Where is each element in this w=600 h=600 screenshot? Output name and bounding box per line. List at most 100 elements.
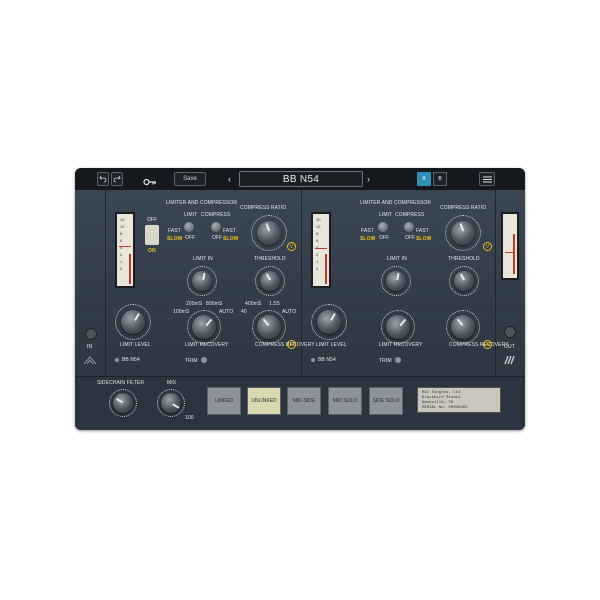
threshold-knob[interactable] (454, 271, 474, 291)
preset-prev-button[interactable]: ‹ (228, 173, 236, 185)
hamburger-menu-icon (482, 176, 492, 182)
compress-recovery-label: COMPRESS RECOVERY (449, 342, 509, 348)
sidechain-filter-label: SIDECHAIN FILTER (97, 380, 145, 386)
model-label: BB N54 (318, 357, 336, 363)
compress-recovery-mark: 400mS (245, 301, 262, 307)
output-meter (501, 212, 519, 280)
compressor-plugin-window: Save ‹ BB N54 › A B IN OUT LIMITER AND C… (75, 168, 525, 430)
menu-button[interactable] (479, 172, 495, 186)
compress-attack-switch[interactable] (404, 222, 414, 232)
compress-recovery-mark: 1.5S (269, 301, 280, 307)
section-title: LIMITER AND COMPRESSOR (166, 200, 238, 206)
ur-badge[interactable]: UR (287, 340, 296, 349)
limit-recovery-mark: AUTO (219, 309, 234, 315)
limit-recovery-mark: 200mS (186, 301, 203, 307)
gain-reduction-meter: 1012864210 (311, 212, 331, 288)
threshold-label: THRESHOLD (254, 256, 286, 262)
mid-side-button[interactable]: MID-SIDE (287, 387, 321, 415)
save-button[interactable]: Save (174, 172, 206, 186)
slow-label: SLOW (223, 236, 239, 242)
compress-recovery-mark: AUTO (282, 309, 297, 315)
compress-recovery-knob[interactable] (451, 315, 475, 339)
limit-level-label: LIMIT LEVEL (120, 342, 151, 348)
off-label: OFF (379, 235, 390, 241)
v-badge[interactable]: V (287, 242, 296, 251)
limit-level-label: LIMIT LEVEL (316, 342, 347, 348)
trim-knob[interactable] (201, 357, 207, 363)
threshold-knob[interactable] (260, 271, 280, 291)
undo-button[interactable] (97, 172, 109, 186)
limit-attack-switch[interactable] (184, 222, 194, 232)
ur-badge[interactable]: UR (483, 340, 492, 349)
limit-recovery-knob[interactable] (386, 315, 410, 339)
compress-recovery-label: COMPRESS RECOVERY (255, 342, 315, 348)
divider (495, 190, 496, 376)
input-knob[interactable] (85, 328, 97, 340)
limit-level-knob[interactable] (317, 310, 341, 334)
slow-label: SLOW (416, 236, 432, 242)
fast-label: FAST (168, 228, 181, 234)
side-solo-button[interactable]: SIDE SOLO (369, 387, 403, 415)
limit-recovery-knob[interactable] (192, 315, 216, 339)
limit-in-knob[interactable] (192, 271, 212, 291)
preset-next-button[interactable]: › (367, 173, 375, 185)
off-label: OFF (147, 217, 158, 223)
fast-label: FAST (416, 228, 429, 234)
link-led[interactable] (311, 358, 315, 362)
off-label: OFF (185, 235, 196, 241)
note-line: SERIAL No. 00000461 (422, 406, 468, 410)
compress-ratio-label: COMPRESS RATIO (440, 205, 487, 211)
mix-value-label: 100 (185, 415, 194, 421)
fast-label: FAST (223, 228, 236, 234)
a-button[interactable]: A (417, 172, 431, 186)
trim-label: TRIM (185, 358, 198, 364)
threshold-label: THRESHOLD (448, 256, 480, 262)
off-label: OFF (212, 235, 223, 241)
limit-recovery-mark: 100mS (173, 309, 190, 315)
compress-ratio-knob[interactable] (257, 221, 281, 245)
limit-in-knob[interactable] (386, 271, 406, 291)
redo-button[interactable] (111, 172, 123, 186)
compress-recovery-knob[interactable] (257, 315, 281, 339)
compress-label: COMPRESS (201, 212, 231, 218)
brand-logo-icon (503, 352, 517, 370)
compress-ratio-label: COMPRESS RATIO (240, 205, 287, 211)
limit-label: LIMIT (184, 212, 198, 218)
mix-knob[interactable] (161, 393, 181, 413)
plugin-toolbar: Save ‹ BB N54 › A B (75, 168, 525, 190)
slow-label: SLOW (167, 236, 183, 242)
gain-reduction-meter: 1012864210 (115, 212, 135, 288)
redo-icon (113, 175, 121, 183)
limit-label: LIMIT (379, 212, 393, 218)
compress-attack-switch[interactable] (211, 222, 221, 232)
limit-level-knob[interactable] (121, 310, 145, 334)
preset-name-display[interactable]: BB N54 (239, 171, 363, 187)
divider (301, 190, 302, 376)
v-badge[interactable]: V (483, 242, 492, 251)
limit-recovery-label: LIMIT RECOVERY (185, 342, 229, 348)
fast-label: FAST (361, 228, 374, 234)
link-led[interactable] (115, 358, 119, 362)
slow-label: SLOW (360, 236, 376, 242)
serial-note-card: Hit Singles, Ltd. Blackbird Studio Nashv… (417, 387, 501, 413)
limit-recovery-mark: 800mS (206, 301, 223, 307)
power-toggle[interactable] (145, 225, 159, 245)
unlinked-button[interactable]: UNLINKED (247, 387, 281, 415)
divider (105, 190, 106, 376)
logo-icon (83, 352, 97, 370)
limit-recovery-label: LIMIT RECOVERY (379, 342, 423, 348)
sidechain-filter-knob[interactable] (113, 393, 133, 413)
b-button[interactable]: B (433, 172, 447, 186)
mid-solo-button[interactable]: MID SOLO (328, 387, 362, 415)
output-knob[interactable] (504, 326, 516, 338)
compress-label: COMPRESS (395, 212, 425, 218)
compress-ratio-knob[interactable] (451, 221, 475, 245)
trim-knob[interactable] (395, 357, 401, 363)
plugin-body: IN OUT LIMITER AND COMPRESSOR 10 12 8 6 4 2 1 0… (75, 190, 525, 430)
preset-name: BB N54 (282, 173, 320, 185)
linked-button[interactable]: LINKED (207, 387, 241, 415)
limit-in-label: LIMIT IN (193, 256, 213, 262)
in-label: IN (87, 344, 93, 350)
section-title: LIMITER AND COMPRESSOR (360, 200, 432, 206)
limit-attack-switch[interactable] (378, 222, 388, 232)
